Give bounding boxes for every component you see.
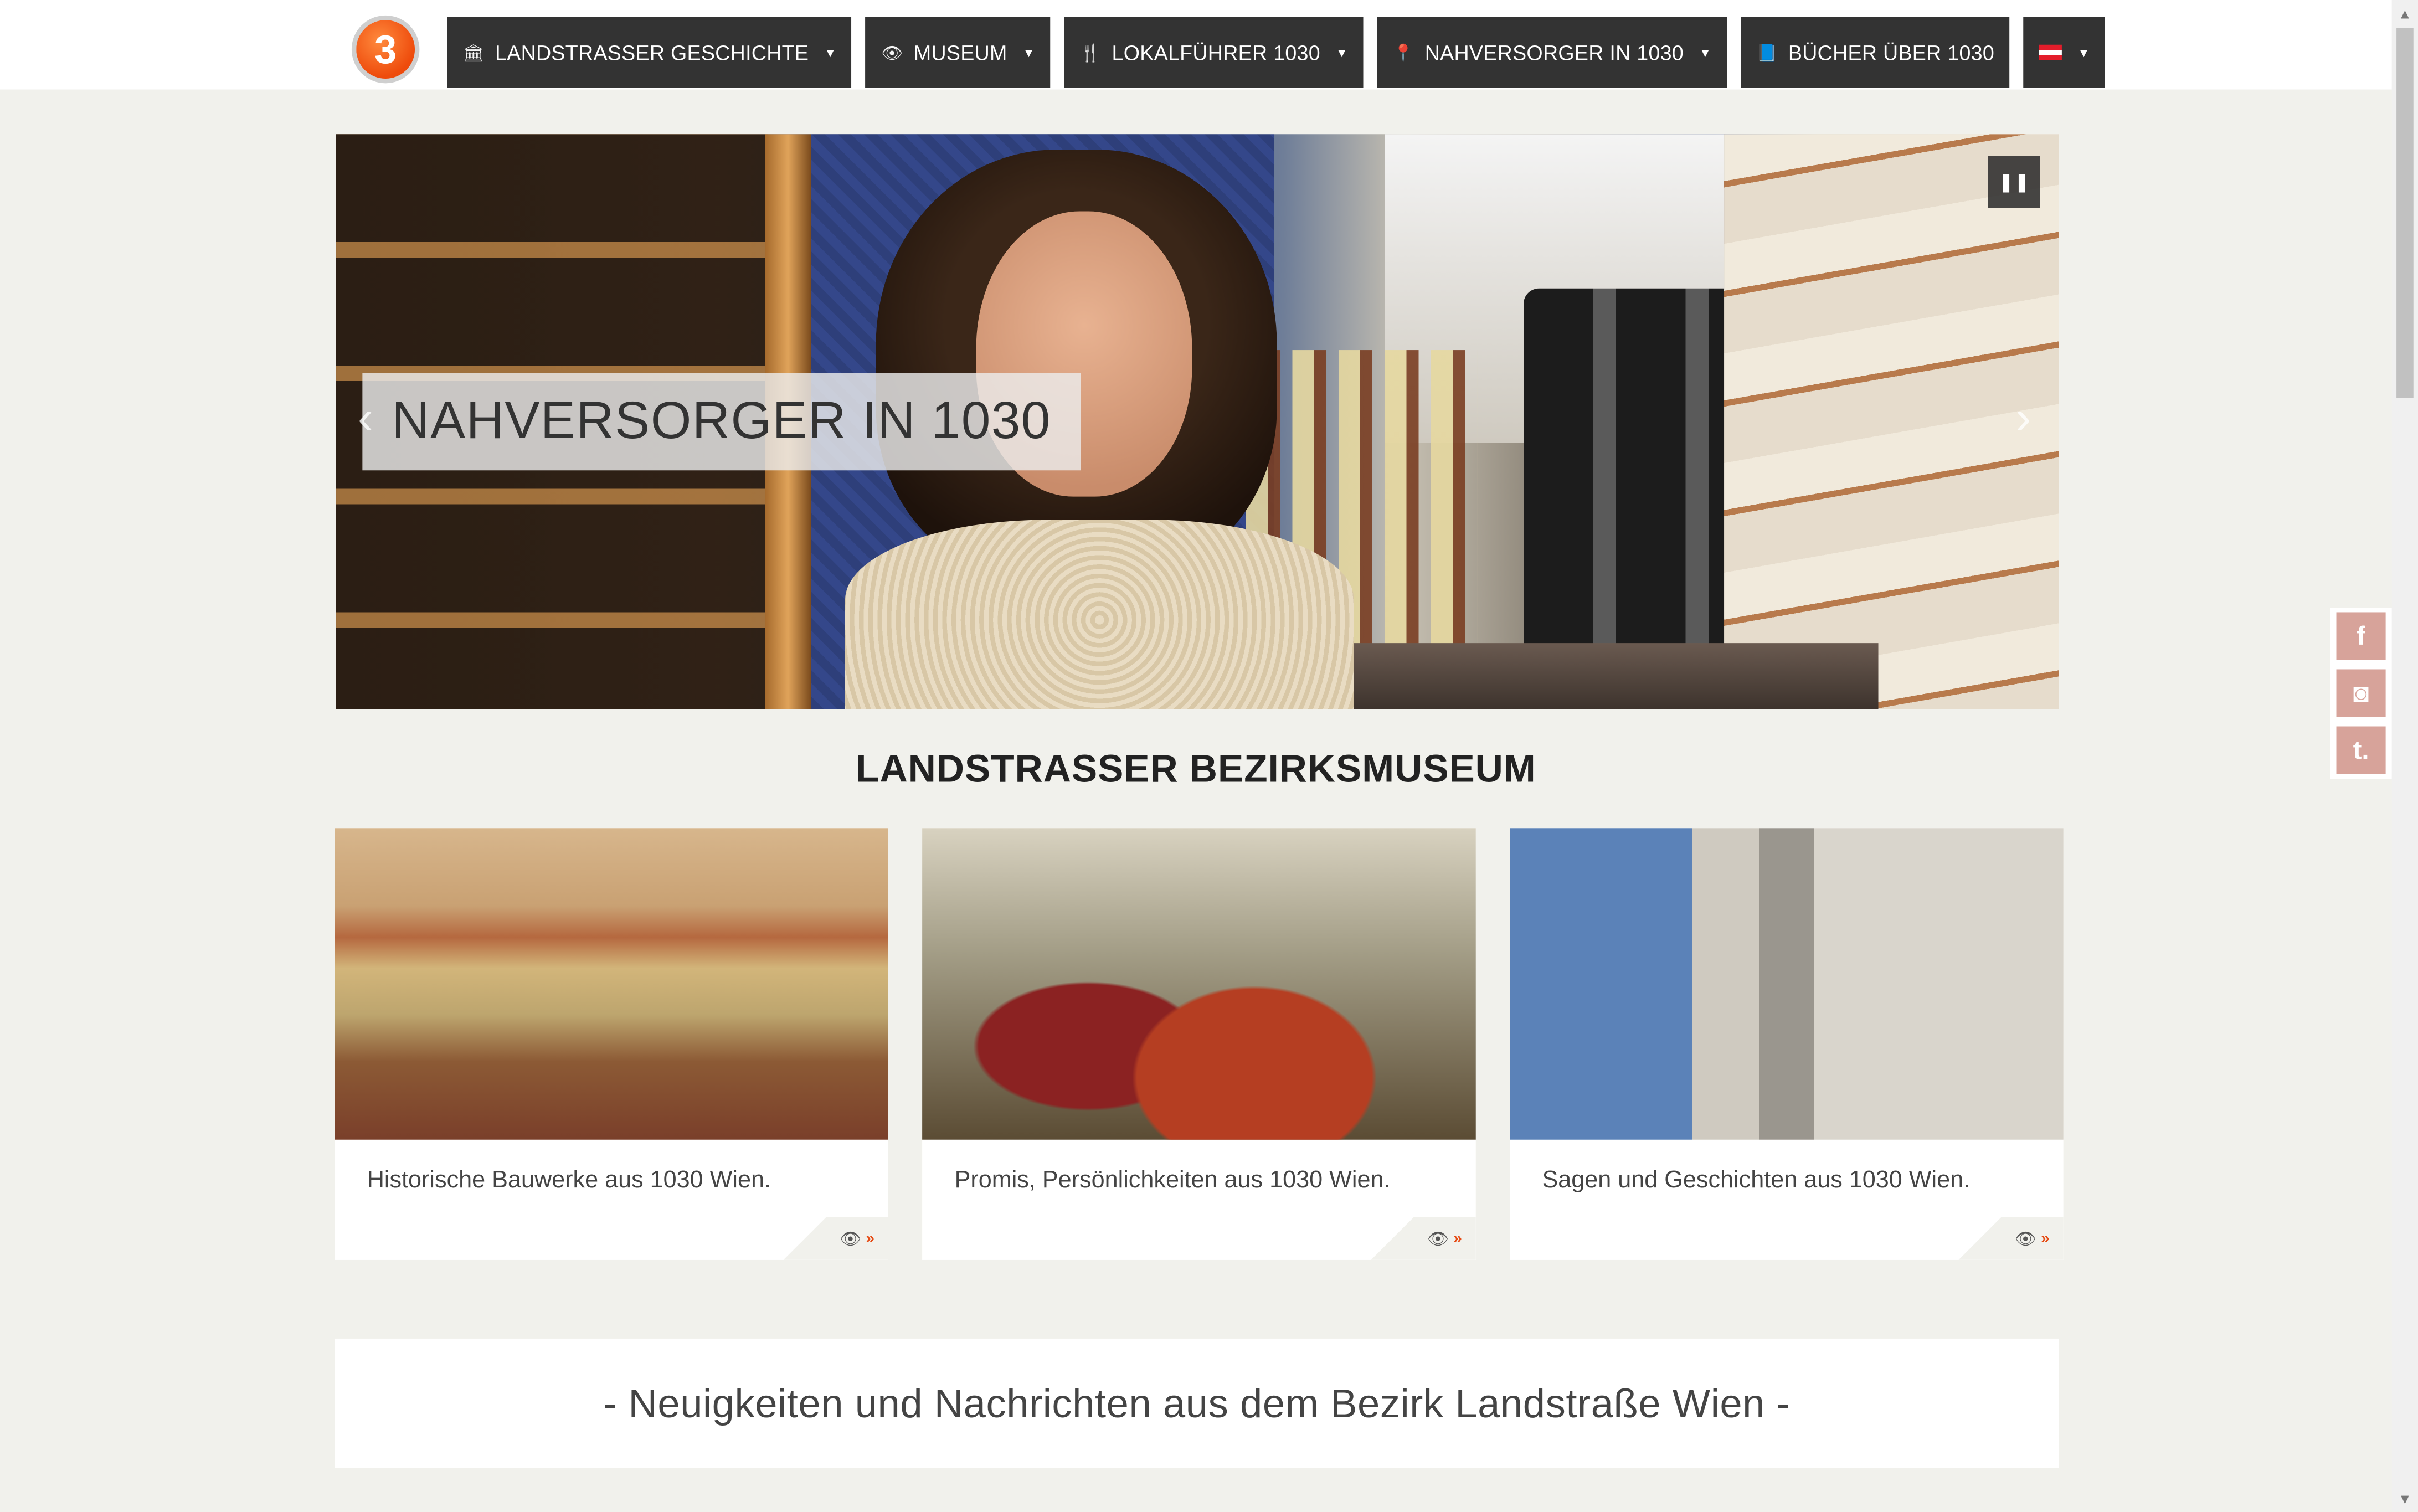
chevron-right-icon: »	[866, 1230, 874, 1247]
museum-cards: Historische Bauwerke aus 1030 Wien. 👁 » …	[335, 828, 2064, 1260]
caret-down-icon: ▼	[824, 45, 837, 60]
caret-down-icon: ▼	[1022, 45, 1035, 60]
museum-icon: 🏛	[462, 44, 485, 63]
eye-icon: 👁	[2014, 1230, 2036, 1249]
chevron-right-icon: »	[1453, 1230, 1462, 1247]
facebook-icon[interactable]: f	[2336, 612, 2386, 660]
caret-down-icon: ▼	[1699, 45, 1712, 60]
section-title: LANDSTRASSER BEZIRKSMUSEUM	[856, 748, 1536, 791]
scroll-down-icon[interactable]: ▼	[2392, 1485, 2418, 1511]
hero-slider[interactable]: NAHVERSORGER IN 1030 ‹ › ❚❚	[336, 134, 2059, 709]
slider-prev-arrow-icon[interactable]: ‹	[358, 393, 373, 446]
nav-item-lokalfuehrer[interactable]: 🍴 LOKALFÜHRER 1030 ▼	[1064, 17, 1364, 88]
logo-text: 3	[374, 25, 397, 72]
page: 3 🏛 LANDSTRASSER GESCHICHTE ▼ 👁 MUSEUM ▼…	[0, 0, 2418, 1511]
nav-item-language[interactable]: ▼	[2023, 17, 2106, 88]
card-image-painting	[922, 828, 1476, 1140]
eye-icon: 👁	[840, 1230, 861, 1249]
nav-item-nahversorger[interactable]: 📍 NAHVERSORGER IN 1030 ▼	[1377, 17, 1727, 88]
card-more-link[interactable]: 👁 »	[1958, 1216, 2064, 1260]
card-image-gargoyles	[1510, 828, 2064, 1140]
nav-label: MUSEUM	[913, 40, 1007, 64]
slide-caption[interactable]: NAHVERSORGER IN 1030	[362, 373, 1081, 471]
vertical-scrollbar[interactable]: ▲ ▼	[2391, 0, 2418, 1511]
card-more-link[interactable]: 👁 »	[1371, 1216, 1476, 1260]
slide-image-card-rack	[1724, 134, 2059, 709]
slider-pause-icon[interactable]: ❚❚	[1988, 156, 2040, 208]
chevron-right-icon: »	[2041, 1230, 2050, 1247]
nav-label: LOKALFÜHRER 1030	[1112, 40, 1320, 64]
social-bar: f ◙ t.	[2330, 608, 2392, 779]
card-text: Promis, Persönlichkeiten aus 1030 Wien.	[954, 1167, 1391, 1194]
cutlery-icon: 🍴	[1079, 44, 1102, 63]
slider-next-arrow-icon[interactable]: ›	[2015, 393, 2031, 446]
card-more-link[interactable]: 👁 »	[783, 1216, 888, 1260]
instagram-icon[interactable]: ◙	[2336, 669, 2386, 717]
card-sagen[interactable]: Sagen und Geschichten aus 1030 Wien. 👁 »	[1510, 828, 2064, 1260]
main-nav: 🏛 LANDSTRASSER GESCHICHTE ▼ 👁 MUSEUM ▼ 🍴…	[447, 17, 2106, 88]
site-logo[interactable]: 3	[351, 15, 420, 84]
tumblr-icon[interactable]: t.	[2336, 726, 2386, 774]
nav-label: NAHVERSORGER IN 1030	[1424, 40, 1684, 64]
news-heading: - Neuigkeiten und Nachrichten aus dem Be…	[335, 1338, 2059, 1468]
card-text: Sagen und Geschichten aus 1030 Wien.	[1542, 1167, 1971, 1194]
nav-label: BÜCHER ÜBER 1030	[1788, 40, 1995, 64]
card-promis[interactable]: Promis, Persönlichkeiten aus 1030 Wien. …	[922, 828, 1476, 1260]
caret-down-icon: ▼	[2077, 45, 2090, 60]
person-sweater	[845, 520, 1354, 709]
card-image-building	[335, 828, 888, 1140]
nav-item-buecher[interactable]: 📘 BÜCHER ÜBER 1030	[1741, 17, 2010, 88]
site-header: 3 🏛 LANDSTRASSER GESCHICHTE ▼ 👁 MUSEUM ▼…	[0, 0, 2392, 90]
nav-label: LANDSTRASSER GESCHICHTE	[495, 40, 809, 64]
book-icon: 📘	[1756, 44, 1778, 63]
austria-flag-icon	[2039, 44, 2062, 60]
eye-icon: 👁	[1427, 1230, 1449, 1249]
eye-icon: 👁	[881, 44, 903, 63]
caret-down-icon: ▼	[1335, 45, 1349, 60]
card-historische-bauwerke[interactable]: Historische Bauwerke aus 1030 Wien. 👁 »	[335, 828, 888, 1260]
card-text: Historische Bauwerke aus 1030 Wien.	[367, 1167, 771, 1194]
nav-item-landstrasser-geschichte[interactable]: 🏛 LANDSTRASSER GESCHICHTE ▼	[447, 17, 852, 88]
scroll-thumb[interactable]	[2396, 28, 2414, 398]
map-pin-icon: 📍	[1392, 44, 1414, 63]
scroll-up-icon[interactable]: ▲	[2392, 0, 2418, 26]
nav-item-museum[interactable]: 👁 MUSEUM ▼	[866, 17, 1051, 88]
